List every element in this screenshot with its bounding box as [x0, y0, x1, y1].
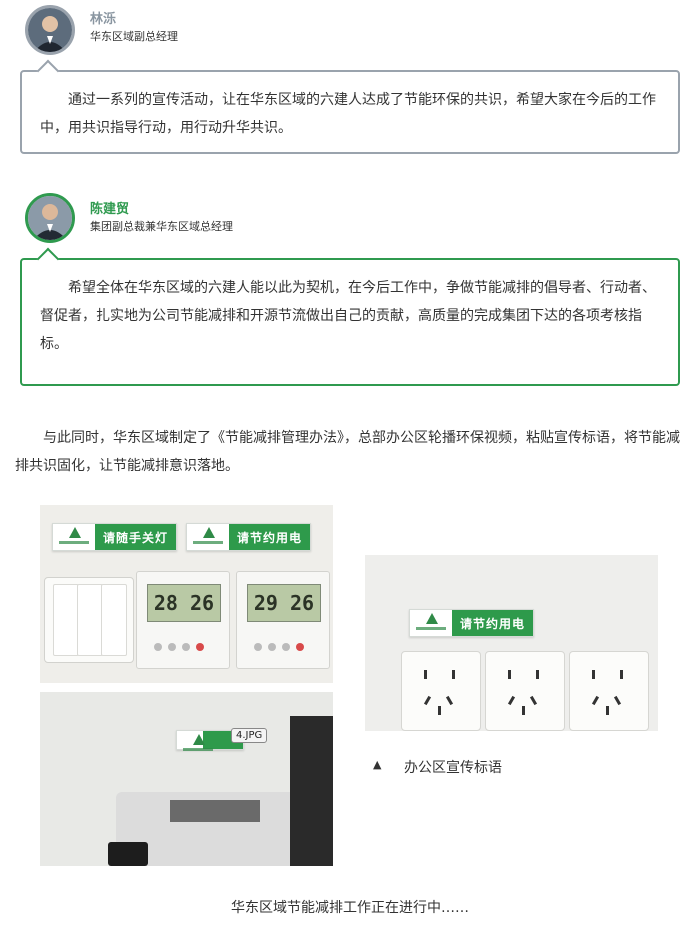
company-logo-icon: [187, 524, 229, 550]
sign-save-power: 请节约用电: [186, 523, 312, 551]
thermostat-1: 28 26: [136, 571, 230, 669]
sign-save-power: 请节约用电: [409, 609, 535, 637]
speaker-title: 集团副总裁兼华东区域总经理: [90, 220, 233, 233]
person-photo-icon: [28, 8, 72, 52]
avatar-lin-luo: [25, 5, 75, 55]
photo-switch-thermostat: 请随手关灯 请节约用电 28 26 29 26: [40, 505, 333, 683]
quote-text: 希望全体在华东区域的六建人能以此为契机，在今后工作中，争做节能减排的倡导者、行动…: [40, 280, 656, 352]
power-socket: [485, 651, 565, 731]
quote-box: 希望全体在华东区域的六建人能以此为契机，在今后工作中，争做节能减排的倡导者、行动…: [20, 258, 680, 386]
thermostat-2: 29 26: [236, 571, 330, 669]
caption-triangle-icon: ▲: [373, 758, 382, 771]
quote-text: 通过一系列的宣传活动，让在华东区域的六建人达成了节能环保的共识，希望大家在今后的…: [40, 92, 656, 136]
printer-tray: [170, 800, 260, 822]
body-paragraph: 与此同时，华东区域制定了《节能减排管理办法》，总部办公区轮播环保视频，粘贴宣传标…: [15, 430, 680, 474]
power-socket: [401, 651, 481, 731]
printer-panel: [108, 842, 148, 866]
speaker-name: 陈建贸: [90, 202, 130, 217]
person-photo-icon: [28, 196, 72, 240]
avatar-chen-jianmao: [25, 193, 75, 243]
light-switch: [44, 577, 134, 663]
photo-sockets: 请节约用电: [365, 555, 658, 731]
file-name-tag: 4.JPG: [231, 728, 268, 743]
quote-box: 通过一系列的宣传活动，让在华东区域的六建人达成了节能环保的共识，希望大家在今后的…: [20, 70, 680, 154]
speaker-title: 华东区域副总经理: [90, 30, 178, 43]
footer-text: 华东区域节能减排工作正在进行中……: [231, 900, 469, 916]
power-socket: [569, 651, 649, 731]
company-logo-icon: [410, 610, 452, 636]
sign-turn-off-light: 请随手关灯: [52, 523, 178, 551]
company-logo-icon: [53, 524, 95, 550]
company-logo-icon: [177, 731, 213, 751]
photo-printer: 4.JPG: [40, 692, 333, 866]
printer-side: [290, 716, 333, 866]
speaker-name: 林泺: [90, 12, 117, 27]
photo-caption: 办公区宣传标语: [404, 760, 502, 776]
